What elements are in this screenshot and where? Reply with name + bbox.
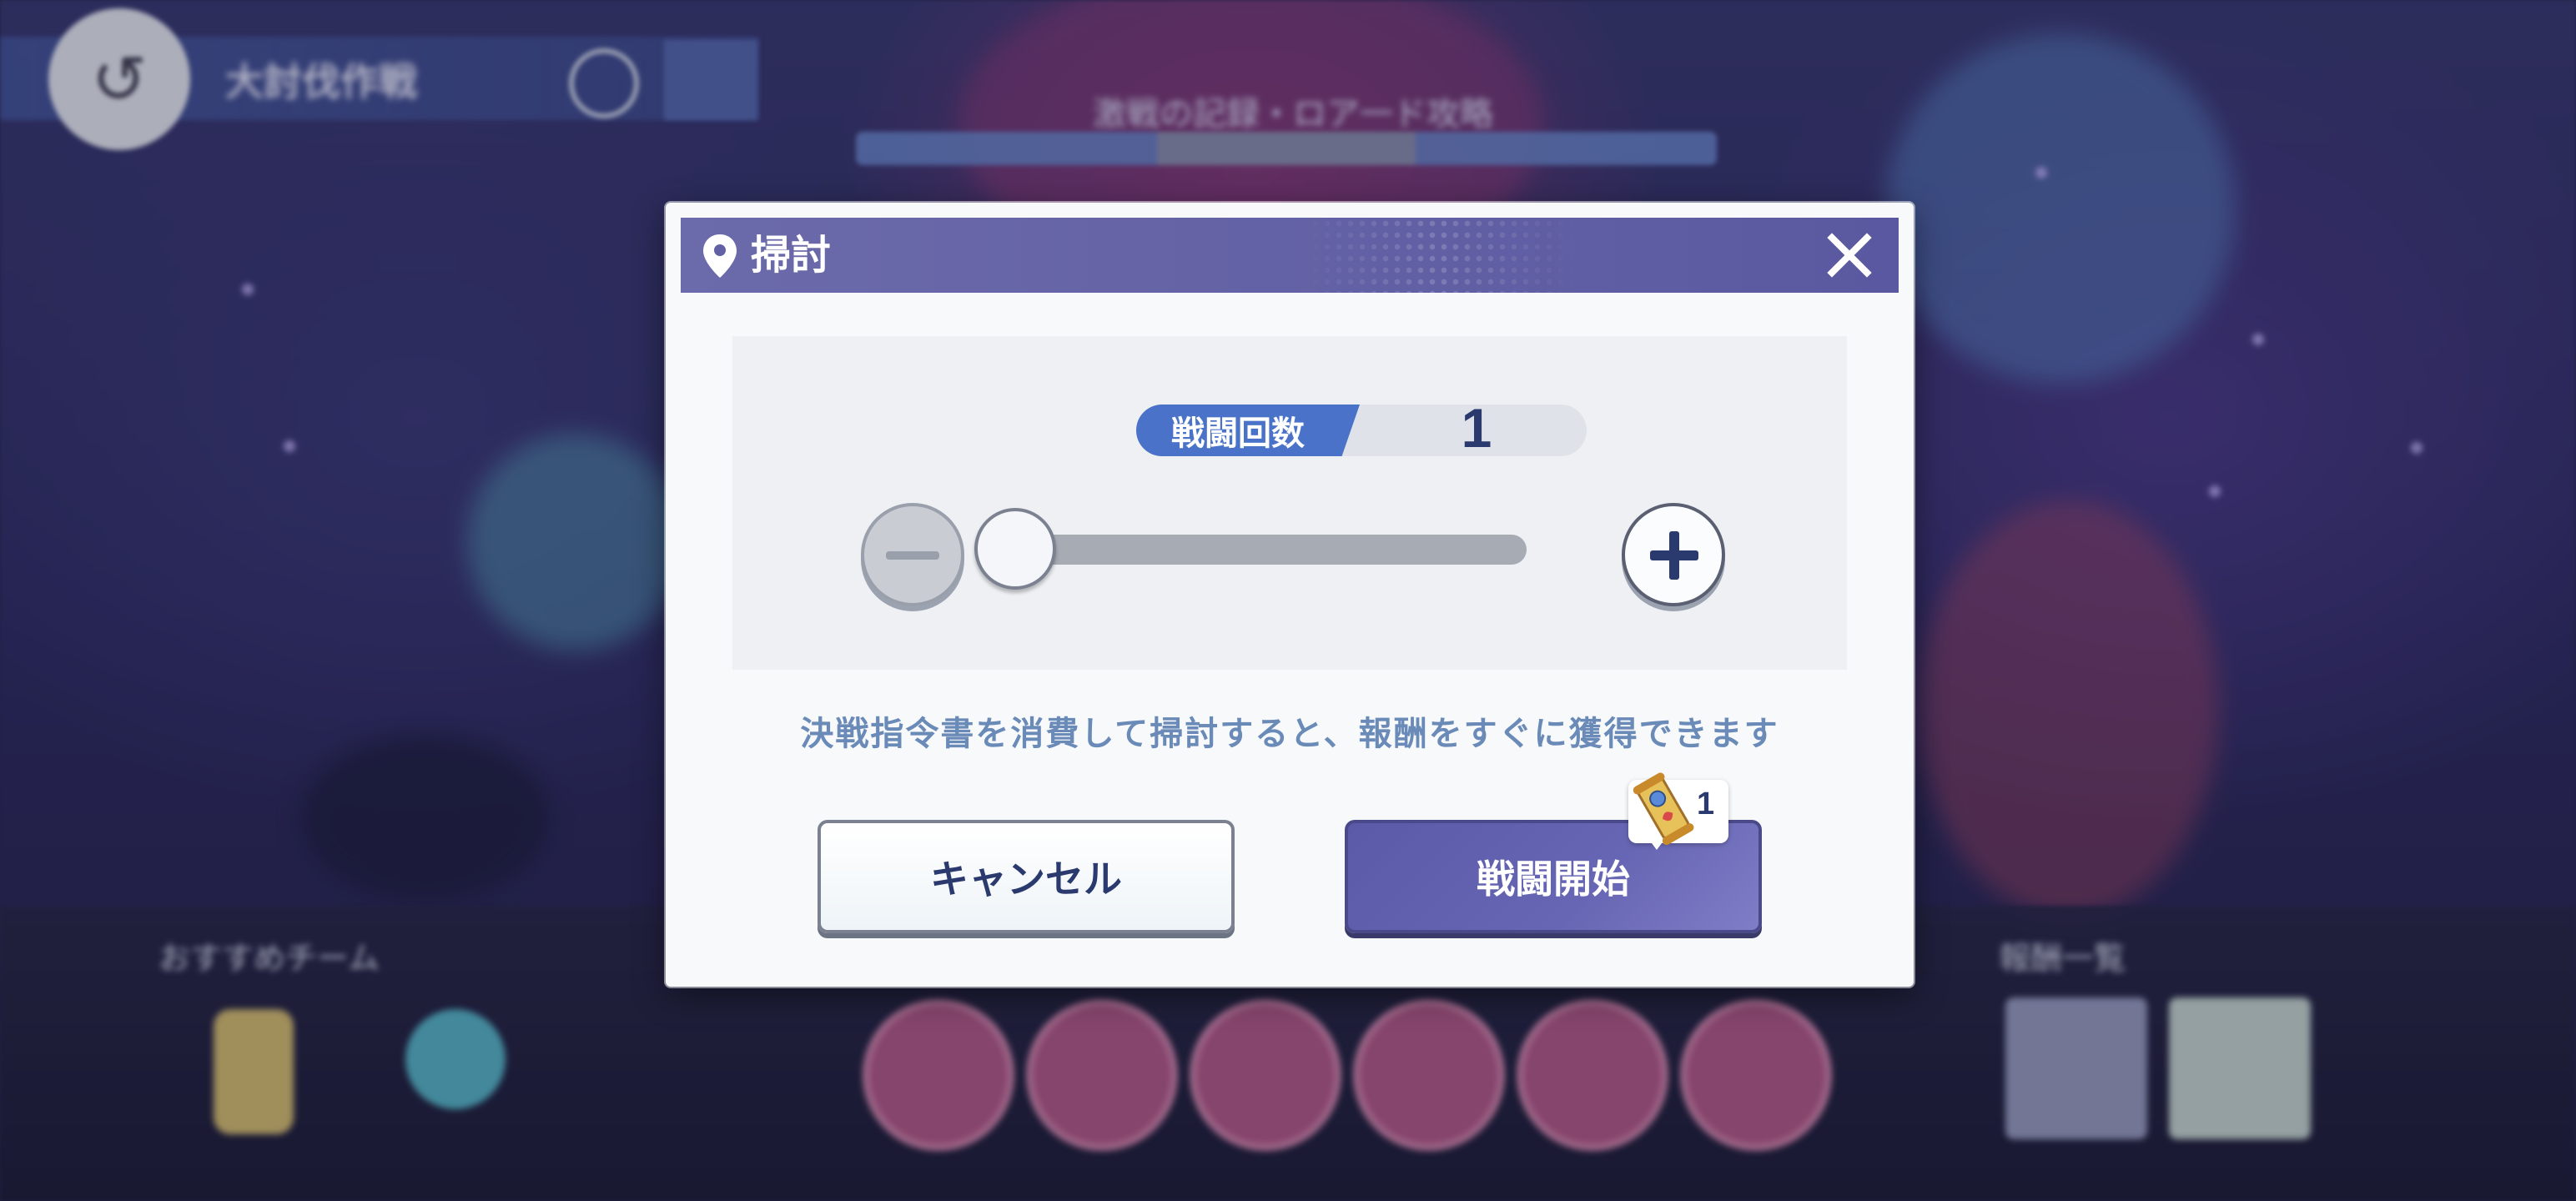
close-icon[interactable]: [1824, 229, 1875, 281]
location-pin-icon: [703, 234, 737, 278]
dialog-title: 掃討: [751, 232, 832, 279]
cost-count: 1: [1697, 786, 1715, 822]
cancel-button-label: キャンセル: [930, 857, 1122, 902]
scroll-ticket-icon: [1633, 772, 1694, 846]
minus-icon: [886, 551, 939, 560]
increase-button[interactable]: [1622, 503, 1725, 606]
decrease-button[interactable]: [861, 503, 964, 606]
battle-count-label: 戦闘回数: [1136, 405, 1360, 456]
battle-count-slider[interactable]: [983, 535, 1527, 565]
battle-count-value: 1: [1461, 397, 1492, 459]
battle-count-panel: 戦闘回数 1: [732, 336, 1847, 670]
sweep-description: 決戦指令書を消費して掃討すると、報酬をすぐに獲得できます: [800, 715, 1779, 753]
slider-handle[interactable]: [974, 508, 1056, 590]
cancel-button[interactable]: キャンセル: [818, 820, 1235, 933]
start-battle-label: 戦闘開始: [1477, 857, 1630, 902]
dialog-header: 掃討: [681, 218, 1899, 293]
sweep-dialog: 掃討 戦闘回数 1 決戦指令書を消費して掃討すると、報酬をすぐに獲得できます キ…: [666, 203, 1914, 987]
header-pattern: [1298, 218, 1582, 293]
